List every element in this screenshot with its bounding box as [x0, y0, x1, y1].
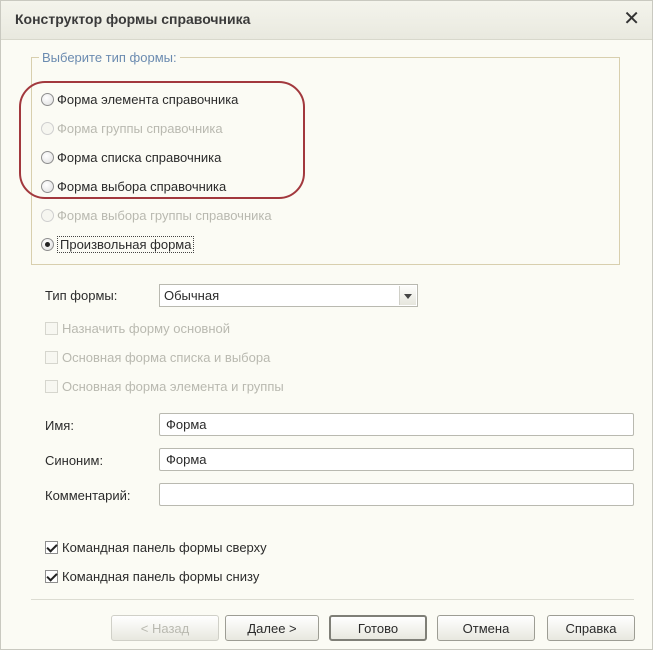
checkbox-label: Командная панель формы сверху [62, 539, 267, 555]
finish-button[interactable]: Готово [329, 615, 427, 641]
radio-button[interactable] [41, 179, 54, 193]
radio-label: Форма элемента справочника [57, 91, 239, 107]
radio-button [41, 121, 54, 135]
radio-custom-form[interactable]: Произвольная форма [41, 234, 195, 254]
checkbox-main-form: Назначить форму основной [45, 319, 230, 337]
help-button[interactable]: Справка [547, 615, 635, 641]
radio-button-selected[interactable] [41, 237, 54, 251]
form-kind-select[interactable]: Обычная [159, 284, 418, 307]
button-separator [31, 599, 634, 600]
radio-button[interactable] [41, 150, 54, 164]
chevron-down-icon[interactable] [399, 286, 416, 305]
radio-group-choice-form: Форма выбора группы справочника [41, 205, 272, 225]
radio-button [41, 208, 54, 222]
radio-label: Произвольная форма [57, 235, 195, 253]
radio-group-form: Форма группы справочника [41, 118, 223, 138]
form-constructor-dialog: Конструктор формы справочника ✕ Выберите… [0, 0, 653, 650]
radio-label: Форма группы справочника [57, 120, 223, 136]
cancel-button[interactable]: Отмена [437, 615, 535, 641]
back-button: < Назад [111, 615, 219, 641]
comment-label: Комментарий: [45, 488, 131, 503]
checkbox-panel-top[interactable]: Командная панель формы сверху [45, 538, 267, 556]
synonym-field[interactable]: Форма [159, 448, 634, 471]
checkbox-label: Командная панель формы снизу [62, 568, 260, 584]
checkbox [45, 321, 58, 335]
checkbox-label: Назначить форму основной [62, 320, 230, 336]
radio-choice-form[interactable]: Форма выбора справочника [41, 176, 226, 196]
radio-label: Форма списка справочника [57, 149, 222, 165]
checkbox-label: Основная форма элемента и группы [62, 378, 284, 394]
radio-label: Форма выбора справочника [57, 178, 227, 194]
radio-list-form[interactable]: Форма списка справочника [41, 147, 221, 167]
checkbox-panel-bottom[interactable]: Командная панель формы снизу [45, 567, 259, 585]
title-bar: Конструктор формы справочника ✕ [1, 1, 652, 40]
checkbox-checked[interactable] [45, 569, 58, 583]
checkbox-label: Основная форма списка и выбора [62, 349, 271, 365]
next-button[interactable]: Далее > [225, 615, 319, 641]
radio-item-form[interactable]: Форма элемента справочника [41, 89, 238, 109]
name-label: Имя: [45, 418, 74, 433]
checkbox [45, 350, 58, 364]
comment-field[interactable] [159, 483, 634, 506]
name-field[interactable]: Форма [159, 413, 634, 436]
form-kind-value: Обычная [164, 288, 220, 303]
synonym-label: Синоним: [45, 453, 104, 468]
close-icon[interactable]: ✕ [623, 8, 640, 30]
form-type-legend: Выберите тип формы: [39, 50, 180, 65]
form-kind-label: Тип формы: [45, 288, 118, 303]
checkbox-checked[interactable] [45, 540, 58, 554]
checkbox-main-list-form: Основная форма списка и выбора [45, 348, 270, 366]
dialog-title: Конструктор формы справочника [15, 11, 251, 27]
checkbox-main-item-form: Основная форма элемента и группы [45, 377, 284, 395]
radio-button[interactable] [41, 92, 54, 106]
radio-label: Форма выбора группы справочника [57, 207, 272, 223]
checkbox [45, 379, 58, 393]
